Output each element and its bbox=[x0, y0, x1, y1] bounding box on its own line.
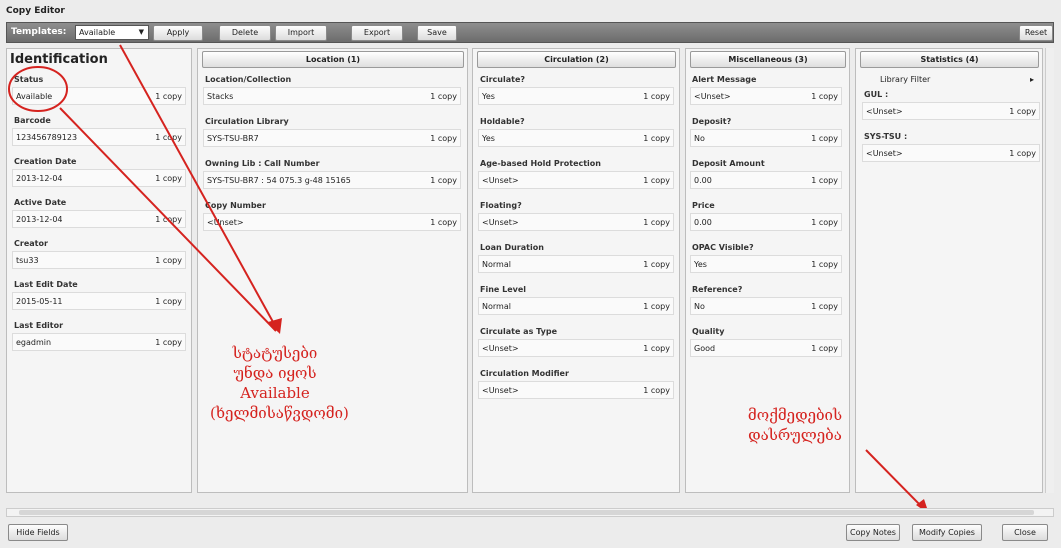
annotation-status-note: სტატუსები უნდა იყოს Available (ხელმისაწვ… bbox=[210, 343, 349, 423]
copy-notes-button[interactable]: Copy Notes bbox=[846, 524, 900, 541]
annotation-finish-note: მოქმედების დასრულება bbox=[720, 405, 870, 445]
scrollbar-thumb[interactable] bbox=[19, 510, 1034, 515]
annotation-line-2 bbox=[119, 44, 279, 332]
close-button[interactable]: Close bbox=[1002, 524, 1048, 541]
vertical-scrollbar[interactable] bbox=[1045, 48, 1054, 493]
annotation-line-text: დასრულება bbox=[748, 426, 842, 444]
horizontal-scrollbar[interactable] bbox=[6, 508, 1054, 517]
annotation-line-3 bbox=[865, 449, 926, 511]
annotation-line-text: Available bbox=[240, 384, 310, 402]
annotation-line-text: მოქმედების bbox=[747, 406, 843, 424]
annotation-line-text: უნდა იყოს bbox=[233, 364, 317, 382]
modify-copies-button[interactable]: Modify Copies bbox=[912, 524, 982, 541]
annotation-line-1 bbox=[59, 107, 277, 332]
annotation-line-text: (ხელმისაწვდომი) bbox=[210, 404, 349, 422]
hide-fields-button[interactable]: Hide Fields bbox=[8, 524, 68, 541]
annotation-line-text: სტატუსები bbox=[232, 344, 318, 362]
status-highlight-circle bbox=[8, 66, 68, 112]
annotation-overlay bbox=[8, 44, 929, 514]
